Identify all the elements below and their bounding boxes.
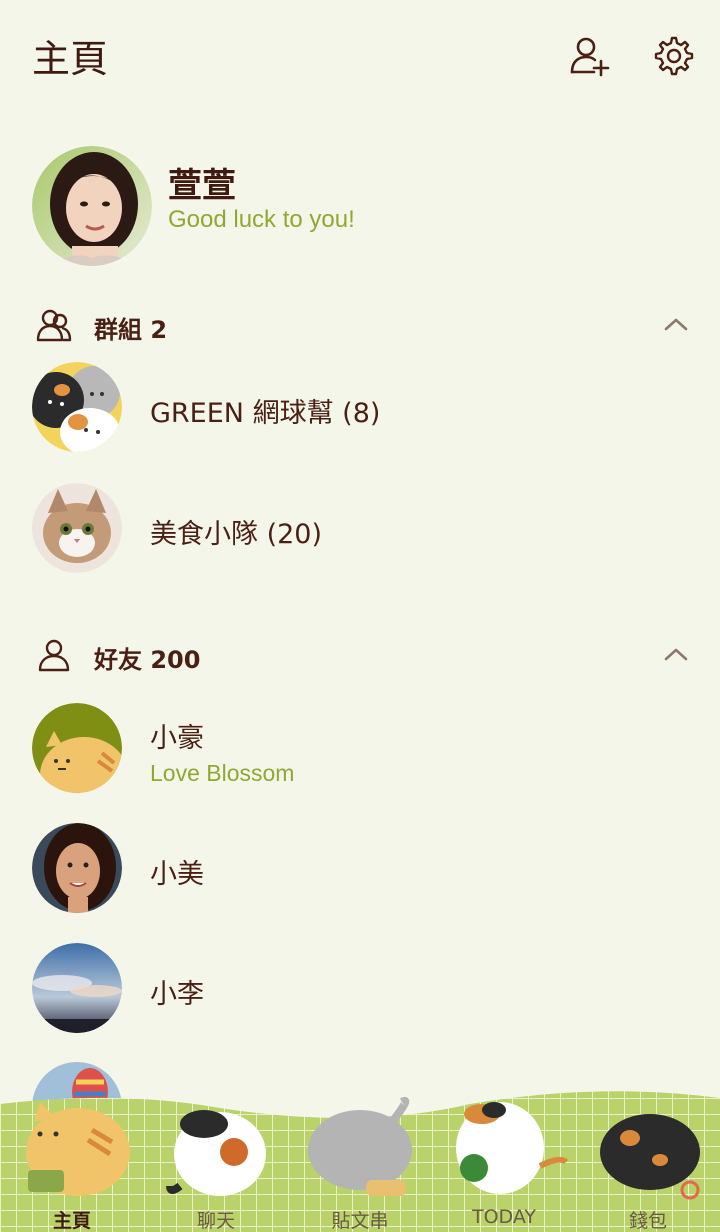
groups-section-header[interactable]: 群組 2 [0, 300, 720, 350]
friend-avatar [32, 823, 122, 913]
friend-name: 小美 [150, 859, 204, 890]
tab-timeline[interactable]: 貼文串 [300, 1206, 420, 1232]
friend-name: 小豪 [150, 723, 204, 754]
profile-name: 萱萱 [168, 166, 236, 206]
friend-status-message: Love Blossom [150, 760, 295, 786]
group-name: 美食小隊 (20) [150, 519, 323, 550]
tab-chats[interactable]: 聊天 [156, 1206, 276, 1232]
chevron-up-icon[interactable] [662, 644, 690, 664]
groups-label: 群組 2 [94, 316, 168, 344]
friends-section-header[interactable]: 好友 200 [0, 630, 720, 680]
my-avatar[interactable] [32, 146, 152, 266]
friend-name: 小李 [150, 979, 204, 1010]
list-item-group[interactable]: GREEN 網球幫 (8) [0, 357, 720, 457]
tab-today[interactable]: TODAY [444, 1206, 564, 1228]
gear-icon[interactable] [652, 34, 696, 78]
tab-home[interactable]: 主頁 [12, 1206, 132, 1232]
chevron-up-icon[interactable] [662, 314, 690, 334]
group-avatar [32, 483, 122, 573]
friend-icon [38, 639, 70, 672]
tab-wallet[interactable]: 錢包 [588, 1206, 708, 1232]
friend-avatar [32, 943, 122, 1033]
list-item-friend[interactable]: 小李 [0, 938, 720, 1038]
header: 主頁 [0, 0, 720, 110]
friend-avatar [32, 703, 122, 793]
group-icon [36, 309, 72, 342]
my-profile[interactable]: 萱萱 Good luck to you! [0, 140, 720, 270]
group-avatar [32, 362, 122, 452]
add-friend-icon[interactable] [568, 34, 612, 78]
bottom-tab-bar: 主頁 聊天 貼文串 TODAY 錢包 [0, 1082, 720, 1232]
list-item-friend[interactable]: 小豪 Love Blossom [0, 698, 720, 798]
friends-label: 好友 200 [94, 646, 201, 674]
page-title: 主頁 [32, 37, 109, 81]
list-item-group[interactable]: 美食小隊 (20) [0, 478, 720, 578]
group-name: GREEN 網球幫 (8) [150, 398, 381, 429]
profile-status-message: Good luck to you! [168, 206, 355, 233]
list-item-friend[interactable]: 小美 [0, 818, 720, 918]
